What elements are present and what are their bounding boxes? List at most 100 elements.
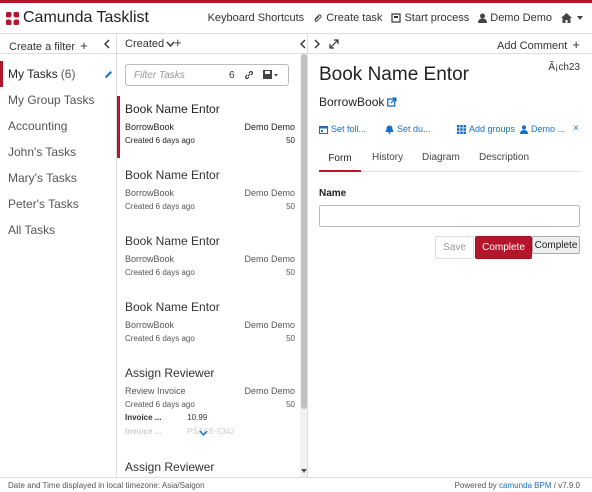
- filter-my-tasks[interactable]: My Tasks (6): [0, 61, 116, 87]
- maximize-icon[interactable]: [329, 39, 339, 49]
- search-count: 6: [229, 70, 235, 81]
- set-follow-up-button[interactable]: Set foll...: [319, 124, 366, 134]
- tab-history[interactable]: History: [372, 152, 403, 163]
- add-sort-button[interactable]: +: [174, 35, 182, 50]
- tab-label: Form: [328, 153, 352, 164]
- filter-label: Peter's Tasks: [8, 197, 79, 211]
- add-comment-button[interactable]: Add Comment +: [497, 37, 580, 52]
- user-name: Demo Demo: [490, 12, 552, 24]
- task-priority: 50: [286, 202, 295, 211]
- process-link[interactable]: BorrowBook: [319, 95, 397, 109]
- task-process: BorrowBook: [125, 254, 175, 264]
- name-input[interactable]: [319, 205, 580, 227]
- task-list-scrollbar[interactable]: [300, 54, 308, 477]
- process-icon: [391, 13, 402, 23]
- save-button[interactable]: Save: [435, 236, 474, 259]
- task-item[interactable]: Assign Reviewer Review Invoice Demo Demo …: [117, 366, 300, 436]
- set-due-button[interactable]: Set du...: [385, 124, 431, 134]
- tab-label: History: [372, 152, 404, 163]
- filter-johns-tasks[interactable]: John's Tasks: [0, 139, 116, 165]
- tab-diagram[interactable]: Diagram: [422, 152, 460, 163]
- task-item[interactable]: Book Name Entor BorrowBook Demo Demo Crea…: [117, 96, 300, 158]
- top-nav: Keyboard Shortcuts Create task Start pro…: [199, 12, 586, 24]
- task-name: Assign Reviewer: [125, 366, 215, 380]
- filter-marys-tasks[interactable]: Mary's Tasks: [0, 165, 116, 191]
- expand-variables-icon[interactable]: [199, 430, 208, 436]
- variable-name: Invoice ...: [125, 427, 162, 436]
- task-name: Assign Reviewer: [125, 460, 215, 474]
- list-header: Created +: [117, 34, 308, 54]
- task-assignee: Demo Demo: [244, 254, 295, 264]
- scrollbar-thumb[interactable]: [301, 54, 307, 409]
- calendar-icon: [319, 125, 328, 134]
- collapse-left-icon[interactable]: [103, 39, 110, 49]
- pencil-icon[interactable]: [104, 70, 113, 79]
- task-item[interactable]: Assign Reviewer: [117, 460, 300, 476]
- set-follow-up-label: Set foll...: [331, 124, 367, 134]
- filter-label: My Tasks: [8, 67, 58, 81]
- form-field-label: Name: [319, 188, 347, 199]
- create-filter-button[interactable]: Create a filter +: [9, 38, 88, 53]
- complete-button[interactable]: Complete: [475, 236, 532, 259]
- search-input[interactable]: Filter Tasks: [134, 70, 185, 81]
- task-priority: 50: [286, 268, 295, 277]
- filter-accounting[interactable]: Accounting: [0, 113, 116, 139]
- complete-secondary-button[interactable]: Complete: [532, 236, 580, 254]
- powered-by: Powered by camunda BPM / v7.9.0: [455, 481, 580, 490]
- scroll-down-icon[interactable]: [300, 468, 308, 474]
- task-item[interactable]: Book Name Entor BorrowBook Demo Demo Crea…: [117, 300, 300, 343]
- assignee-label: Demo ...: [531, 124, 566, 134]
- filter-label: All Tasks: [8, 223, 56, 237]
- task-assignee: Demo Demo: [244, 122, 295, 132]
- assignee-button[interactable]: Demo ...: [520, 124, 565, 134]
- link-icon[interactable]: [244, 70, 254, 80]
- top-navbar: Camunda Tasklist Keyboard Shortcuts Crea…: [0, 0, 592, 34]
- sort-dropdown[interactable]: Created: [125, 38, 175, 50]
- save-dropdown-icon[interactable]: [263, 70, 279, 80]
- remove-assignee-icon[interactable]: ×: [573, 123, 579, 134]
- task-priority: 50: [286, 136, 295, 145]
- paperclip-icon: [314, 14, 322, 22]
- filter-my-group-tasks[interactable]: My Group Tasks: [0, 87, 116, 113]
- filter-count: (6): [60, 67, 76, 81]
- variable-name: Invoice ...: [125, 413, 162, 422]
- expand-right-icon[interactable]: [314, 39, 321, 49]
- home-menu[interactable]: [561, 13, 586, 23]
- task-name: Book Name Entor: [125, 168, 220, 182]
- footer: Date and Time displayed in local timezon…: [0, 477, 592, 492]
- task-assignee: Demo Demo: [244, 188, 295, 198]
- tasklist-app: Camunda Tasklist Keyboard Shortcuts Crea…: [0, 0, 592, 492]
- task-item[interactable]: Book Name Entor BorrowBook Demo Demo Crea…: [117, 168, 300, 211]
- add-groups-button[interactable]: Add groups: [457, 124, 515, 134]
- task-priority: 50: [286, 400, 295, 409]
- brand[interactable]: Camunda Tasklist: [6, 9, 149, 27]
- plus-icon: +: [80, 38, 88, 53]
- variable-value: PSACE-5342: [187, 427, 235, 436]
- filters-column: My Tasks (6) My Group Tasks Accounting J…: [0, 54, 117, 477]
- collapse-list-icon[interactable]: [299, 39, 306, 49]
- add-groups-label: Add groups: [469, 124, 516, 134]
- task-created: Created 6 days ago: [125, 400, 195, 409]
- tab-form[interactable]: Form: [319, 149, 361, 172]
- task-assignee: Demo Demo: [244, 386, 295, 396]
- complete-label: Complete: [482, 242, 525, 253]
- user-menu[interactable]: Demo Demo: [478, 12, 552, 24]
- task-process: Review Invoice: [125, 386, 186, 396]
- keyboard-shortcuts-link[interactable]: Keyboard Shortcuts: [208, 12, 305, 24]
- sort-label: Created: [125, 38, 165, 50]
- create-task-link[interactable]: Create task: [313, 12, 382, 24]
- tab-description[interactable]: Description: [479, 152, 529, 163]
- filter-peters-tasks[interactable]: Peter's Tasks: [0, 191, 116, 217]
- task-name: Book Name Entor: [125, 102, 220, 116]
- task-process: BorrowBook: [125, 320, 175, 330]
- camunda-link[interactable]: camunda BPM: [499, 481, 551, 490]
- task-detail-column: Book Name Entor Ã¡ch23 BorrowBook Set fo…: [308, 54, 592, 477]
- task-name: Book Name Entor: [125, 234, 220, 248]
- task-search-box[interactable]: Filter Tasks 6: [125, 64, 289, 86]
- tab-label: Description: [479, 152, 530, 163]
- detail-header: Add Comment +: [308, 34, 592, 54]
- task-item[interactable]: Book Name Entor BorrowBook Demo Demo Crea…: [117, 234, 300, 277]
- filter-all-tasks[interactable]: All Tasks: [0, 217, 116, 243]
- start-process-link[interactable]: Start process: [391, 12, 469, 24]
- task-process: BorrowBook: [125, 122, 175, 132]
